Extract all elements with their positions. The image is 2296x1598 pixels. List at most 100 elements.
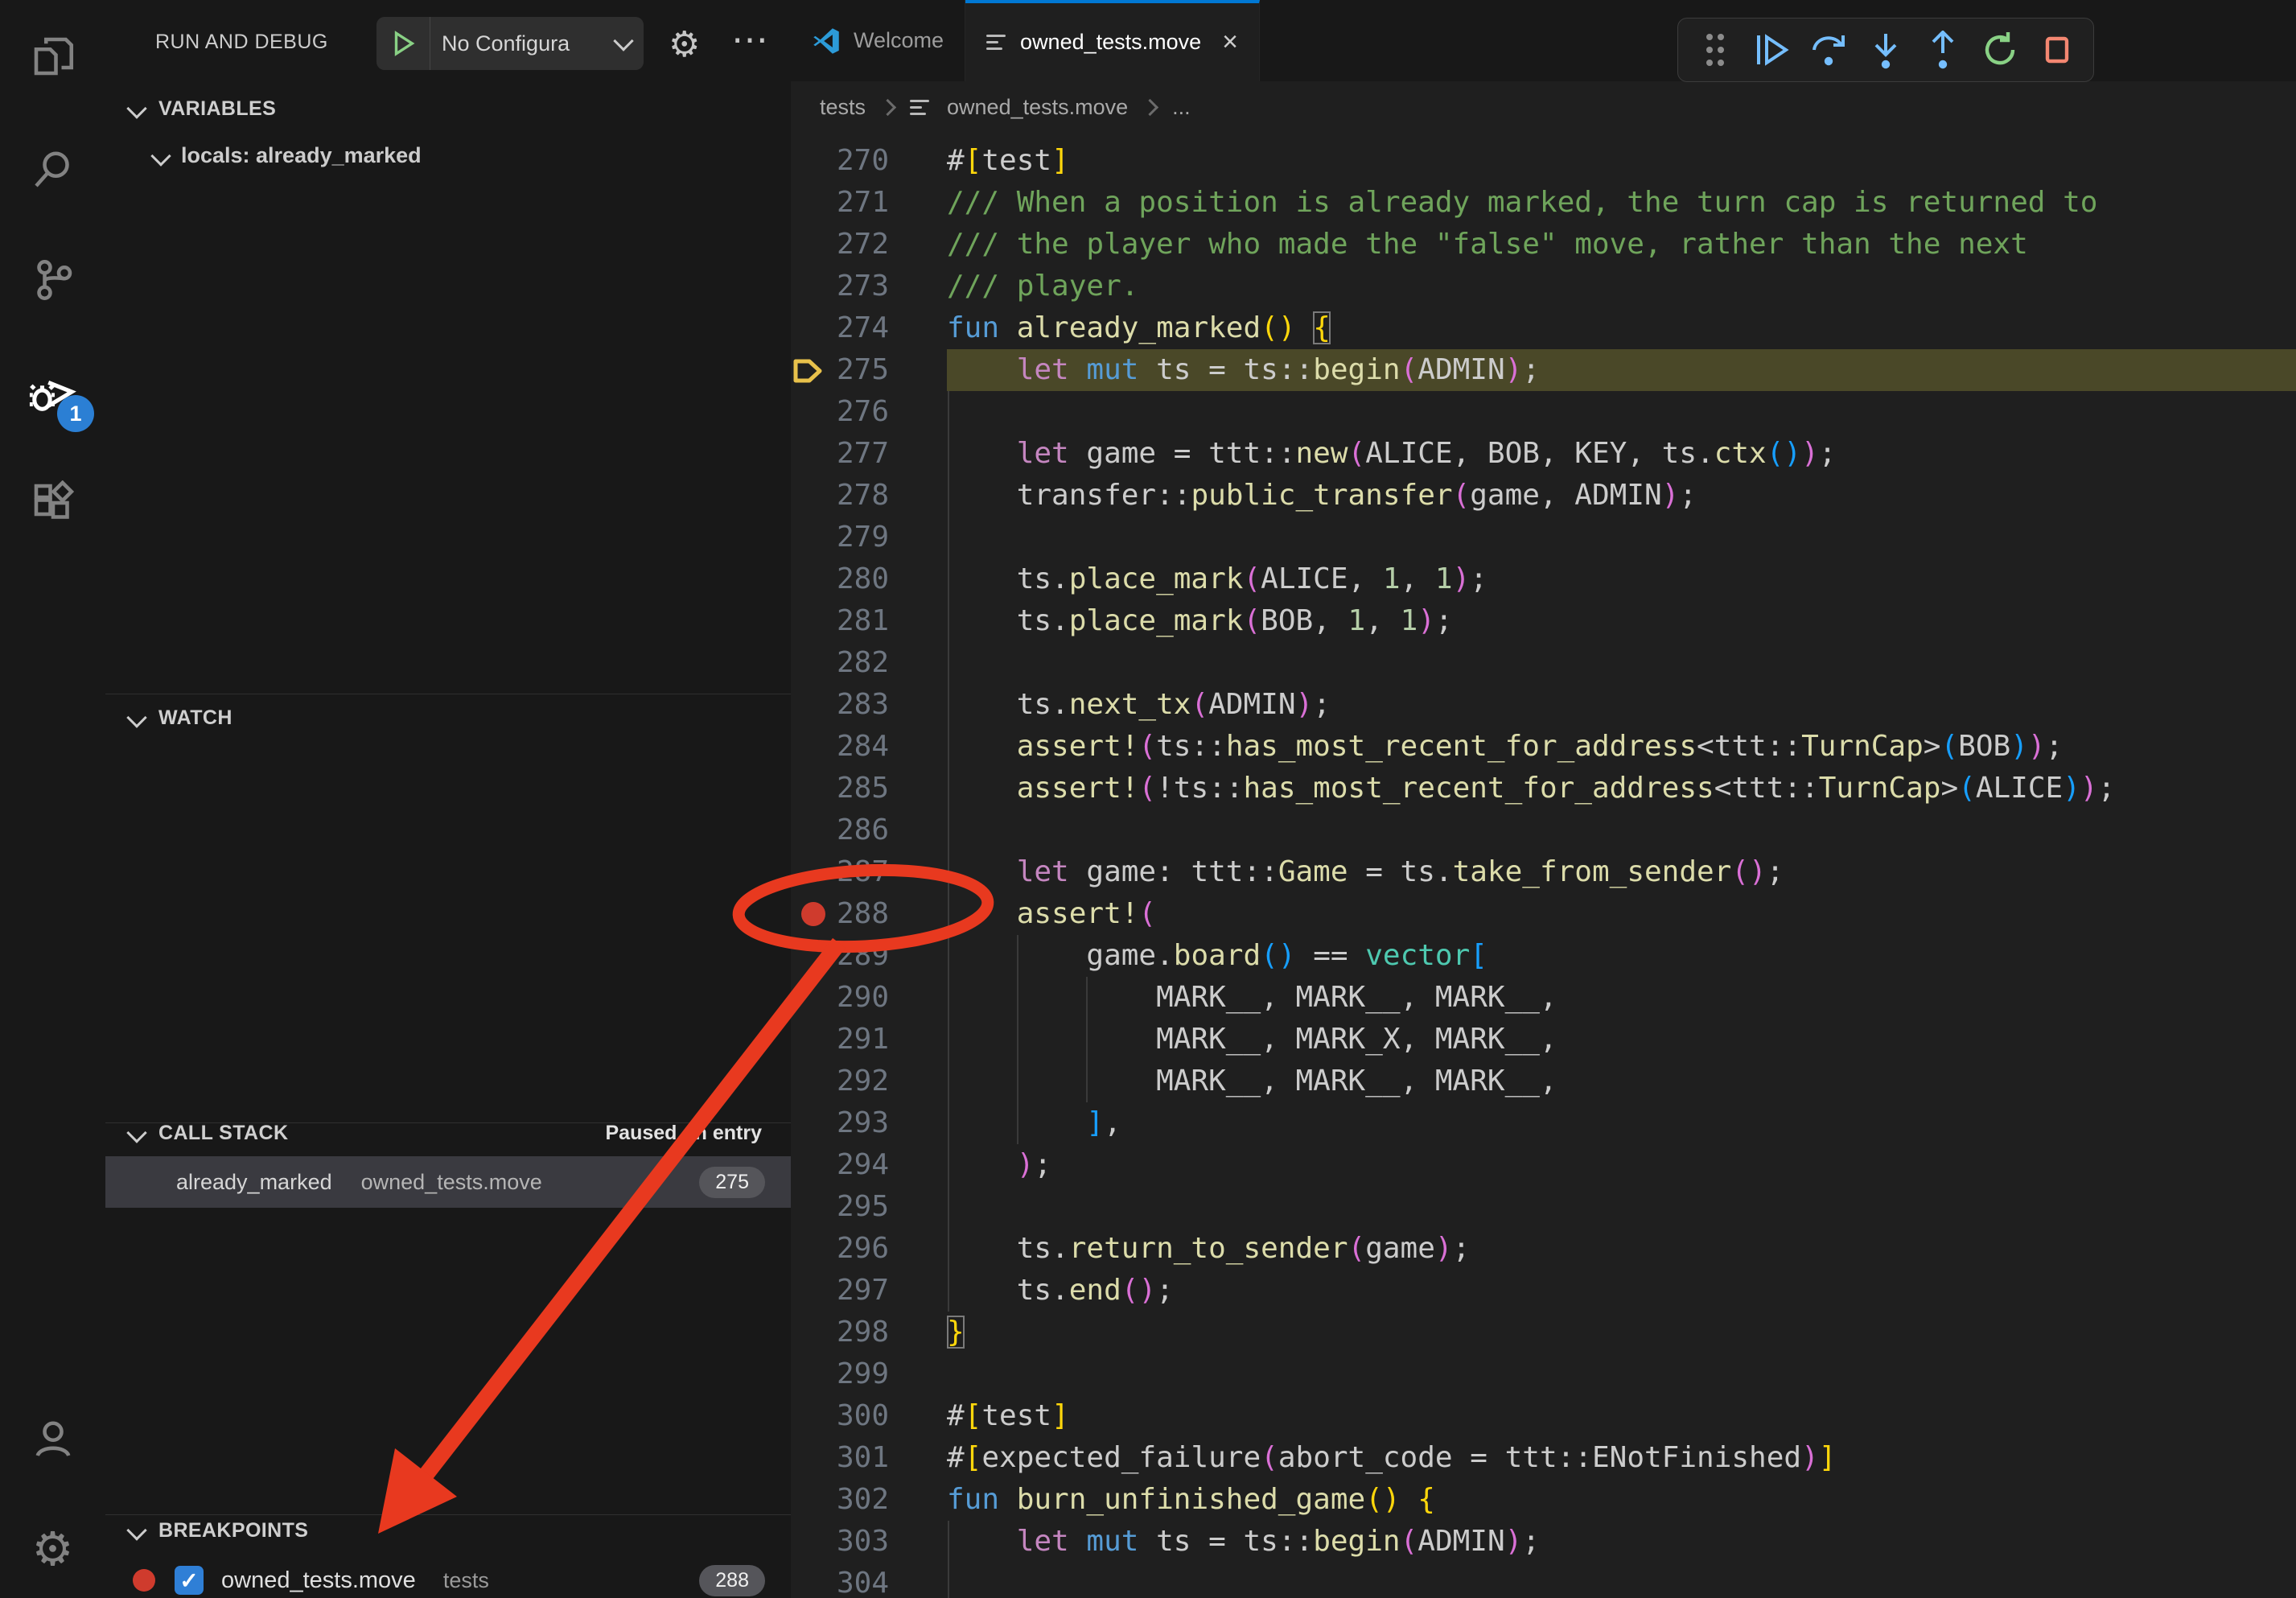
explorer-icon[interactable] [0, 8, 105, 105]
line-number-270[interactable]: 270 [837, 140, 889, 182]
line-number-273[interactable]: 273 [837, 266, 889, 307]
line-number-276[interactable]: 276 [837, 391, 889, 433]
line-number-287[interactable]: 287 [837, 851, 889, 893]
locals-scope-row[interactable]: locals: already_marked [154, 143, 422, 168]
line-number-293[interactable]: 293 [837, 1102, 889, 1144]
editor-code-lines[interactable]: #[test]/// When a position is already ma… [947, 140, 2296, 1598]
line-number-272[interactable]: 272 [837, 224, 889, 266]
code-line-303[interactable]: let mut ts = ts::begin(ADMIN); [947, 1521, 2296, 1563]
code-line-284[interactable]: assert!(ts::has_most_recent_for_address<… [947, 726, 2296, 768]
code-line-274[interactable]: fun already_marked() { [947, 307, 2296, 349]
breadcrumb-symbol[interactable]: ... [1172, 95, 1191, 120]
launch-configuration-dropdown[interactable]: No Configura [376, 17, 644, 70]
section-watch[interactable]: WATCH [105, 700, 791, 735]
extensions-icon[interactable] [0, 455, 105, 551]
line-number-295[interactable]: 295 [837, 1186, 889, 1228]
line-number-278[interactable]: 278 [837, 475, 889, 517]
line-number-300[interactable]: 300 [837, 1395, 889, 1437]
code-line-290[interactable]: MARK__, MARK__, MARK__, [947, 977, 2296, 1019]
line-number-271[interactable]: 271 [837, 182, 889, 224]
line-number-274[interactable]: 274 [837, 307, 889, 349]
line-number-292[interactable]: 292 [837, 1061, 889, 1102]
line-number-301[interactable]: 301 [837, 1437, 889, 1479]
line-number-298[interactable]: 298 [837, 1312, 889, 1353]
code-line-270[interactable]: #[test] [947, 140, 2296, 182]
toolbar-drag-handle[interactable] [1689, 24, 1740, 76]
code-line-292[interactable]: MARK__, MARK__, MARK__, [947, 1061, 2296, 1102]
code-line-295[interactable] [947, 1186, 2296, 1228]
section-variables[interactable]: VARIABLES [105, 91, 791, 126]
section-call-stack[interactable]: CALL STACK Paused on entry [105, 1115, 791, 1151]
tab-welcome[interactable]: Welcome [791, 0, 965, 81]
settings-gear-icon[interactable]: ⚙ [0, 1501, 105, 1597]
restart-icon[interactable] [1974, 24, 2025, 76]
code-line-294[interactable]: ); [947, 1144, 2296, 1186]
line-number-290[interactable]: 290 [837, 977, 889, 1019]
line-number-275[interactable]: 275 [837, 349, 889, 391]
code-line-289[interactable]: game.board() == vector[ [947, 935, 2296, 977]
line-number-296[interactable]: 296 [837, 1228, 889, 1270]
code-line-293[interactable]: ], [947, 1102, 2296, 1144]
code-line-271[interactable]: /// When a position is already marked, t… [947, 182, 2296, 224]
run-and-debug-icon[interactable]: 1 [0, 344, 105, 440]
line-number-286[interactable]: 286 [837, 809, 889, 851]
breadcrumb-file[interactable]: owned_tests.move [947, 95, 1128, 120]
line-number-282[interactable]: 282 [837, 642, 889, 684]
line-number-291[interactable]: 291 [837, 1019, 889, 1061]
close-tab-icon[interactable]: × [1222, 27, 1238, 58]
code-line-288[interactable]: assert!( [947, 893, 2296, 935]
line-number-294[interactable]: 294 [837, 1144, 889, 1186]
line-number-303[interactable]: 303 [837, 1521, 889, 1563]
account-icon[interactable] [0, 1390, 105, 1487]
code-line-304[interactable] [947, 1563, 2296, 1598]
section-breakpoints[interactable]: BREAKPOINTS [105, 1513, 791, 1548]
debug-settings-gear-icon[interactable]: ⚙ [669, 24, 700, 65]
breakpoint-row[interactable]: ✓ owned_tests.move tests 288 [105, 1559, 791, 1598]
more-actions-icon[interactable]: ⋯ [731, 18, 770, 61]
step-out-icon[interactable] [1917, 24, 1968, 76]
line-number-299[interactable]: 299 [837, 1353, 889, 1395]
code-line-279[interactable] [947, 517, 2296, 558]
continue-icon[interactable] [1747, 24, 1797, 76]
code-line-281[interactable]: ts.place_mark(BOB, 1, 1); [947, 600, 2296, 642]
code-line-302[interactable]: fun burn_unfinished_game() { [947, 1479, 2296, 1521]
line-number-283[interactable]: 283 [837, 684, 889, 726]
breadcrumb-folder[interactable]: tests [820, 95, 866, 120]
code-line-301[interactable]: #[expected_failure(abort_code = ttt::ENo… [947, 1437, 2296, 1479]
line-number-297[interactable]: 297 [837, 1270, 889, 1312]
code-line-298[interactable]: } [947, 1312, 2296, 1353]
call-stack-frame-row[interactable]: already_marked owned_tests.move 275 [105, 1156, 791, 1208]
code-line-276[interactable] [947, 391, 2296, 433]
line-number-279[interactable]: 279 [837, 517, 889, 558]
step-into-icon[interactable] [1861, 24, 1911, 76]
code-line-275[interactable]: let mut ts = ts::begin(ADMIN); [947, 349, 2296, 391]
code-line-283[interactable]: ts.next_tx(ADMIN); [947, 684, 2296, 726]
line-number-304[interactable]: 304 [837, 1563, 889, 1598]
line-number-289[interactable]: 289 [837, 935, 889, 977]
line-number-302[interactable]: 302 [837, 1479, 889, 1521]
line-number-288[interactable]: 288 [837, 893, 889, 935]
code-line-285[interactable]: assert!(!ts::has_most_recent_for_address… [947, 768, 2296, 809]
code-line-300[interactable]: #[test] [947, 1395, 2296, 1437]
step-over-icon[interactable] [1804, 24, 1854, 76]
line-number-285[interactable]: 285 [837, 768, 889, 809]
line-number-277[interactable]: 277 [837, 433, 889, 475]
breakpoint-checkbox[interactable]: ✓ [175, 1566, 204, 1595]
line-number-280[interactable]: 280 [837, 558, 889, 600]
breadcrumb[interactable]: tests owned_tests.move ... [791, 81, 2296, 134]
stop-icon[interactable] [2031, 24, 2082, 76]
code-line-286[interactable] [947, 809, 2296, 851]
code-line-299[interactable] [947, 1353, 2296, 1395]
code-line-291[interactable]: MARK__, MARK_X, MARK__, [947, 1019, 2296, 1061]
code-line-277[interactable]: let game = ttt::new(ALICE, BOB, KEY, ts.… [947, 433, 2296, 475]
code-line-278[interactable]: transfer::public_transfer(game, ADMIN); [947, 475, 2296, 517]
start-debug-icon[interactable] [376, 17, 430, 70]
source-control-icon[interactable] [0, 232, 105, 328]
breakpoint-dot-icon[interactable] [801, 902, 825, 926]
code-line-287[interactable]: let game: ttt::Game = ts.take_from_sende… [947, 851, 2296, 893]
code-line-297[interactable]: ts.end(); [947, 1270, 2296, 1312]
code-line-282[interactable] [947, 642, 2296, 684]
code-line-280[interactable]: ts.place_mark(ALICE, 1, 1); [947, 558, 2296, 600]
line-number-284[interactable]: 284 [837, 726, 889, 768]
tab-owned-tests[interactable]: owned_tests.move × [965, 0, 1260, 81]
